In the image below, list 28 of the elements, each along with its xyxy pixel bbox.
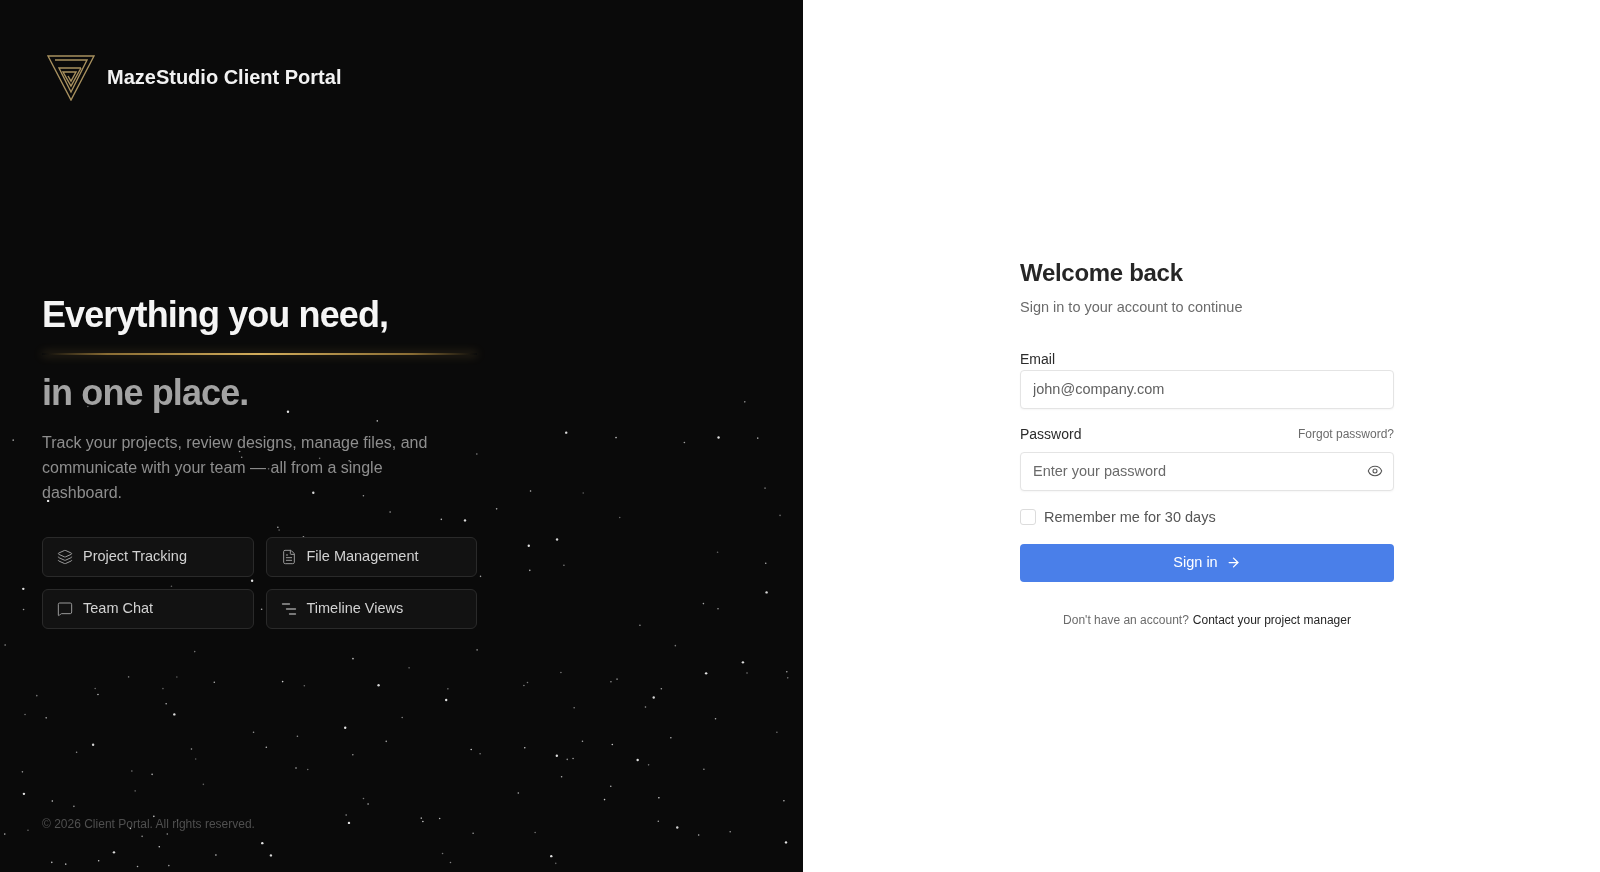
feature-label: File Management: [306, 547, 419, 567]
feature-label: Team Chat: [83, 599, 154, 619]
email-input[interactable]: john@company.com: [1020, 369, 1394, 409]
sign-in-button[interactable]: Sign in: [1020, 543, 1394, 582]
staggered-lines-icon: [280, 601, 297, 617]
hero-description: Track your projects, review designs, manage files, and communicate with your team — all from a single dashboard.: [42, 433, 429, 503]
feature-label: Project Tracking: [83, 547, 187, 567]
triangle-maze-logo: [47, 53, 95, 101]
form-subtitle: Sign in to your account to continue: [1020, 297, 1244, 317]
brand-title: MazeStudio Client Portal: [107, 65, 342, 90]
headline: in one place.: [42, 371, 250, 415]
chat-bubble-icon: [57, 601, 73, 617]
field-label: Email: [1020, 349, 1056, 369]
contact-manager-link[interactable]: Contact your project manager: [1192, 611, 1351, 628]
arrow-right-icon: [1225, 555, 1241, 570]
copyright-text: © 2026 Client Portal. All rights reserved.: [42, 817, 255, 831]
field-label: Password: [1020, 424, 1082, 444]
form-title: Welcome back: [1020, 257, 1184, 288]
forgot-password-link[interactable]: Forgot password?: [1297, 425, 1394, 442]
signup-prompt: Don't have an account?: [1063, 611, 1189, 628]
headline: Everything you need,: [42, 293, 390, 337]
remember-checkbox[interactable]: [1020, 508, 1036, 525]
remember-label: Remember me for 30 days: [1044, 507, 1216, 527]
layers-icon: [57, 549, 73, 565]
eye-icon[interactable]: [1367, 463, 1383, 479]
feature-label: Timeline Views: [306, 599, 404, 619]
password-input[interactable]: Enter your password: [1020, 451, 1394, 491]
document-icon: [280, 549, 297, 565]
